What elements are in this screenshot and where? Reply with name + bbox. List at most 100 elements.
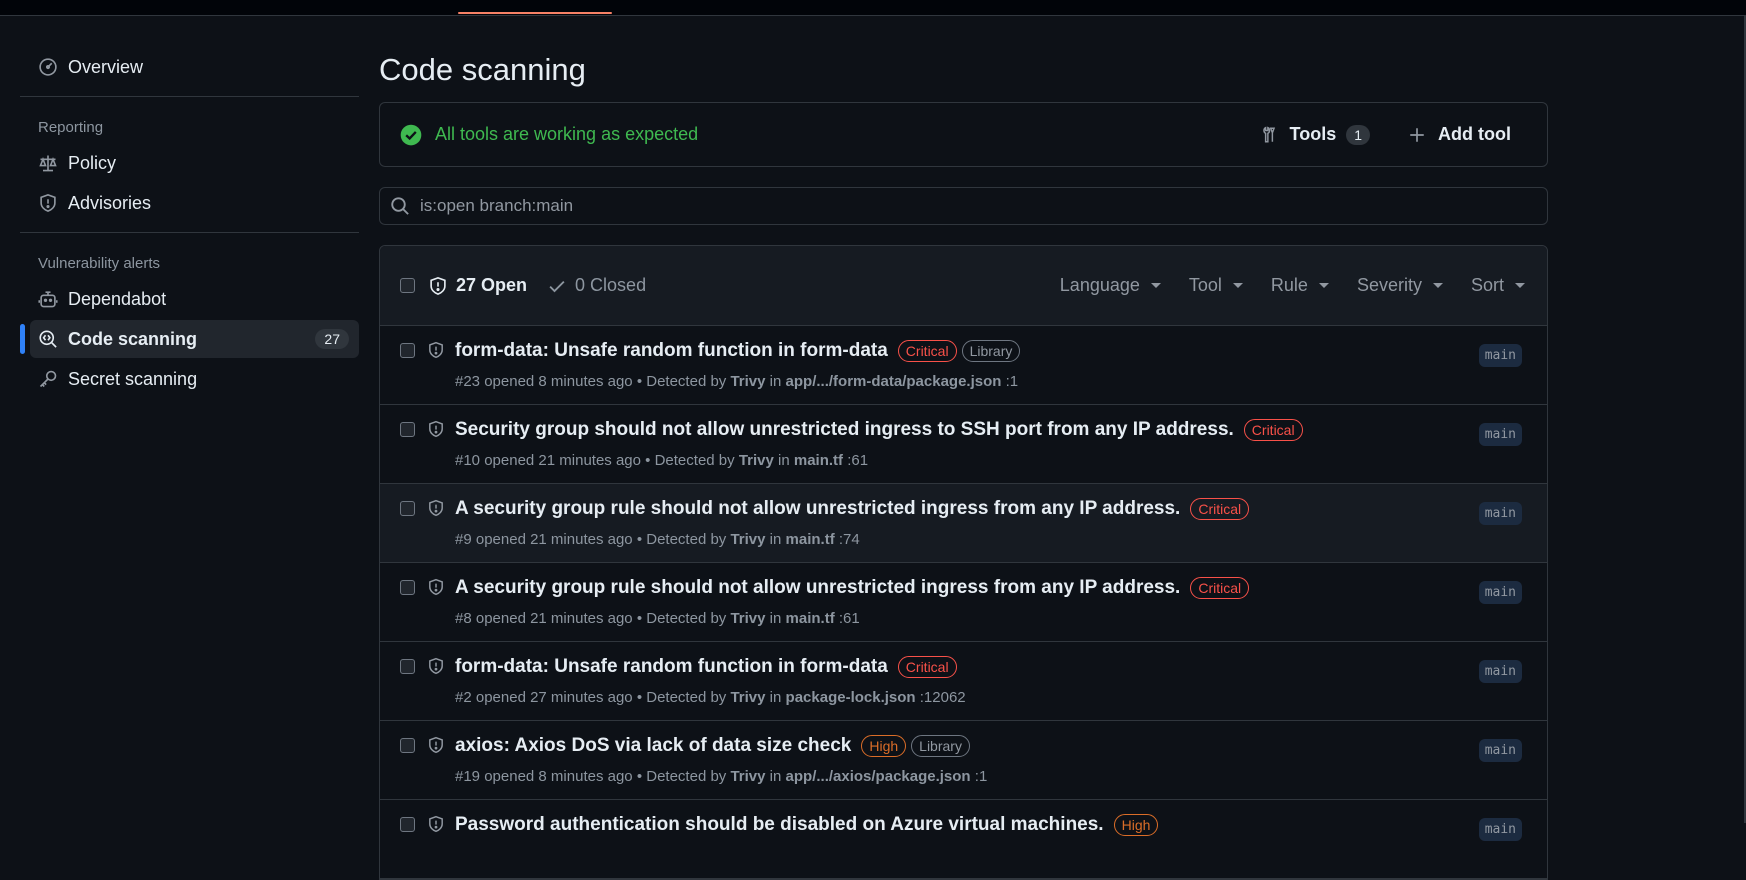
alert-checkbox[interactable] bbox=[400, 817, 415, 832]
severity-filter[interactable]: Severity bbox=[1357, 275, 1443, 296]
sort-filter[interactable]: Sort bbox=[1471, 275, 1525, 296]
alert-title-link[interactable]: form-data: Unsafe random function in for… bbox=[455, 656, 888, 678]
sidebar-heading-reporting: Reporting bbox=[38, 119, 104, 136]
alert-tool: Trivy bbox=[730, 768, 766, 785]
branch-label: main bbox=[1478, 581, 1522, 604]
closed-count-label: 0 Closed bbox=[575, 275, 647, 295]
alert-path: main.tf bbox=[785, 531, 835, 548]
severity-label: High bbox=[861, 735, 907, 757]
codescan-icon bbox=[38, 329, 58, 349]
shield-icon bbox=[38, 193, 58, 213]
shield-icon bbox=[427, 499, 445, 517]
filter-label: Tool bbox=[1188, 275, 1222, 295]
branch-label: main bbox=[1478, 660, 1522, 683]
alert-row[interactable]: Password authentication should be disabl… bbox=[380, 800, 1547, 879]
alert-row[interactable]: Security group should not allow unrestri… bbox=[380, 405, 1547, 484]
key-icon bbox=[38, 369, 58, 389]
alert-meta: #10 opened 21 minutes ago • Detected by … bbox=[455, 452, 868, 469]
alert-opened: opened 21 minutes ago bbox=[475, 531, 633, 548]
alert-search-bar[interactable] bbox=[379, 187, 1548, 225]
alert-number: #9 bbox=[455, 531, 472, 548]
alert-number: #8 bbox=[455, 610, 472, 627]
alert-title-link[interactable]: A security group rule should not allow u… bbox=[455, 577, 1180, 599]
alert-meta: #19 opened 8 minutes ago • Detected by T… bbox=[455, 768, 987, 785]
alert-checkbox[interactable] bbox=[400, 659, 415, 674]
select-all-checkbox[interactable] bbox=[400, 278, 415, 293]
add-tool-label: Add tool bbox=[1438, 124, 1511, 144]
alert-title-link[interactable]: axios: Axios DoS via lack of data size c… bbox=[455, 735, 851, 757]
alert-in: in bbox=[769, 768, 782, 785]
alert-checkbox[interactable] bbox=[400, 580, 415, 595]
alert-row[interactable]: axios: Axios DoS via lack of data size c… bbox=[380, 721, 1547, 800]
shield-icon bbox=[427, 657, 445, 675]
shield-icon bbox=[427, 420, 445, 438]
alert-row[interactable]: A security group rule should not allow u… bbox=[380, 563, 1547, 642]
plus-icon bbox=[1408, 126, 1438, 144]
tool-status-box: All tools are working as expected Tools … bbox=[379, 102, 1548, 167]
sidebar-item-code-scanning[interactable]: Code scanning 27 bbox=[20, 320, 359, 358]
alert-title-line: form-data: Unsafe random function in for… bbox=[455, 340, 1021, 362]
alert-number: #2 bbox=[455, 689, 472, 706]
sidebar-item-overview[interactable]: Overview bbox=[20, 48, 359, 86]
alert-number: #19 bbox=[455, 768, 481, 785]
alert-title-line: Password authentication should be disabl… bbox=[455, 814, 1159, 836]
alert-in: in bbox=[778, 452, 790, 469]
tools-count-badge: 1 bbox=[1346, 124, 1371, 145]
caret-down-icon bbox=[1318, 283, 1329, 288]
alert-line: :61 bbox=[847, 452, 869, 469]
severity-label: Critical bbox=[1243, 419, 1303, 441]
alert-title-link[interactable]: Security group should not allow unrestri… bbox=[455, 419, 1234, 441]
alert-opened: opened 27 minutes ago bbox=[475, 689, 633, 706]
severity-label: High bbox=[1113, 814, 1159, 836]
law-scale-icon bbox=[38, 153, 58, 173]
check-icon bbox=[547, 276, 575, 296]
alert-checkbox[interactable] bbox=[400, 501, 415, 516]
meter-icon bbox=[38, 57, 58, 77]
alert-title-link[interactable]: form-data: Unsafe random function in for… bbox=[455, 340, 888, 362]
alert-opened: opened 8 minutes ago bbox=[484, 373, 633, 390]
sidebar-item-dependabot[interactable]: Dependabot bbox=[20, 280, 359, 318]
alert-detected-by: • Detected by bbox=[645, 452, 735, 469]
active-tab-indicator bbox=[458, 12, 612, 14]
open-alerts-filter[interactable]: 27 Open bbox=[428, 275, 527, 296]
sidebar-item-advisories[interactable]: Advisories bbox=[20, 184, 359, 222]
alert-path: app/.../axios/package.json bbox=[785, 768, 971, 785]
alert-row[interactable]: form-data: Unsafe random function in for… bbox=[380, 642, 1547, 721]
open-count-label: 27 Open bbox=[456, 275, 528, 295]
filter-label: Rule bbox=[1270, 275, 1308, 295]
sidebar-divider bbox=[20, 232, 359, 233]
tool-filter[interactable]: Tool bbox=[1189, 275, 1243, 296]
sidebar-item-secret-scanning[interactable]: Secret scanning bbox=[20, 360, 359, 398]
tools-button[interactable]: Tools 1 bbox=[1260, 124, 1371, 145]
rule-filter[interactable]: Rule bbox=[1271, 275, 1329, 296]
branch-label: main bbox=[1478, 818, 1522, 841]
closed-alerts-filter[interactable]: 0 Closed bbox=[547, 275, 646, 296]
sidebar-item-label: Advisories bbox=[68, 192, 152, 213]
alert-title-link[interactable]: A security group rule should not allow u… bbox=[455, 498, 1180, 520]
branch-label: main bbox=[1478, 344, 1522, 367]
sidebar-item-policy[interactable]: Policy bbox=[20, 144, 359, 182]
alert-checkbox[interactable] bbox=[400, 422, 415, 437]
tools-icon bbox=[1260, 126, 1290, 144]
alert-title-link[interactable]: Password authentication should be disabl… bbox=[455, 814, 1104, 836]
alert-detected-by: • Detected by bbox=[636, 373, 727, 390]
add-tool-button[interactable]: Add tool bbox=[1408, 124, 1511, 145]
alert-meta: #2 opened 27 minutes ago • Detected by T… bbox=[455, 689, 966, 706]
alert-path: main.tf bbox=[785, 610, 835, 627]
shield-icon bbox=[427, 815, 445, 833]
alert-row[interactable]: form-data: Unsafe random function in for… bbox=[380, 326, 1547, 405]
alert-checkbox[interactable] bbox=[400, 738, 415, 753]
alert-title-line: A security group rule should not allow u… bbox=[455, 498, 1250, 520]
alert-tool: Trivy bbox=[730, 373, 766, 390]
sidebar-item-label: Policy bbox=[68, 152, 117, 173]
search-input[interactable] bbox=[420, 196, 1420, 216]
alert-checkbox[interactable] bbox=[400, 343, 415, 358]
sidebar-divider bbox=[20, 96, 359, 97]
alert-opened: opened 21 minutes ago bbox=[475, 610, 633, 627]
alert-line: :1 bbox=[1005, 373, 1019, 390]
alert-row[interactable]: A security group rule should not allow u… bbox=[380, 484, 1547, 563]
caret-down-icon bbox=[1150, 283, 1161, 288]
language-filter[interactable]: Language bbox=[1060, 275, 1161, 296]
alert-in: in bbox=[769, 610, 782, 627]
severity-label: Critical bbox=[1190, 498, 1250, 520]
